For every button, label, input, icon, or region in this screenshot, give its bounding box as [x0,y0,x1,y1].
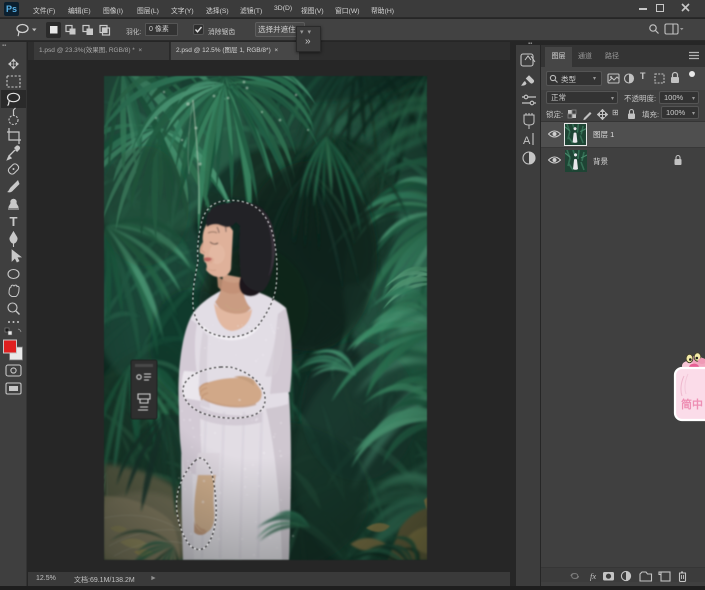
svg-text:T: T [10,214,18,229]
svg-text:fx: fx [590,571,596,581]
svg-text:简中: 简中 [681,397,703,411]
svg-text:A: A [523,135,531,147]
